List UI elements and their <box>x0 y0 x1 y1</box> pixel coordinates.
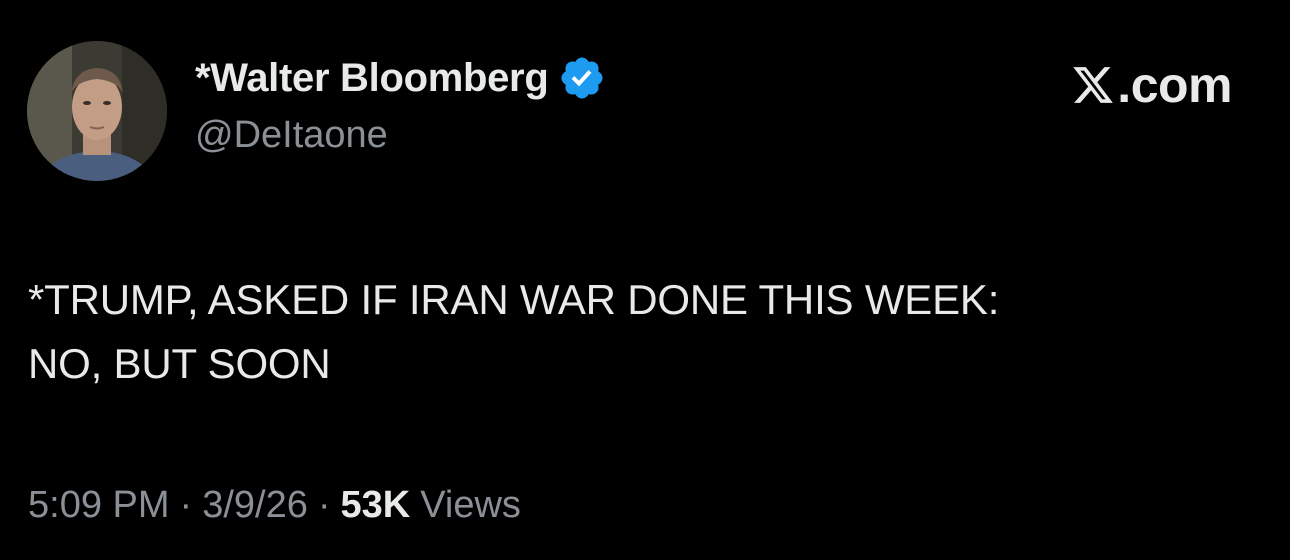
x-logo-icon <box>1073 67 1114 103</box>
views-count[interactable]: 53K <box>341 484 411 527</box>
tweet-card: *Walter Bloomberg @DeItaone .com *TRUMP,… <box>0 0 1290 560</box>
tweet-text-line: *TRUMP, ASKED IF IRAN WAR DONE THIS WEEK… <box>28 276 1000 323</box>
views-label[interactable]: Views <box>420 484 521 527</box>
profile-photo <box>27 41 167 181</box>
meta-separator: · <box>317 484 331 526</box>
author-handle[interactable]: @DeItaone <box>195 114 606 157</box>
avatar[interactable] <box>27 41 167 181</box>
tweet-text: *TRUMP, ASKED IF IRAN WAR DONE THIS WEEK… <box>28 268 1248 396</box>
tweet-time[interactable]: 5:09 PM <box>28 484 170 527</box>
tweet-meta: 5:09 PM · 3/9/26 · 53K Views <box>28 484 521 527</box>
name-row: *Walter Bloomberg <box>195 52 606 104</box>
verified-badge-icon[interactable] <box>558 54 606 102</box>
display-name[interactable]: *Walter Bloomberg <box>195 56 549 101</box>
tweet-date[interactable]: 3/9/26 <box>202 484 308 527</box>
author-identity: *Walter Bloomberg @DeItaone <box>195 52 606 157</box>
source-logo: .com <box>1071 56 1232 114</box>
tweet-text-line: NO, BUT SOON <box>28 340 331 387</box>
meta-separator: · <box>179 484 193 526</box>
source-logo-label: .com <box>1117 57 1232 113</box>
